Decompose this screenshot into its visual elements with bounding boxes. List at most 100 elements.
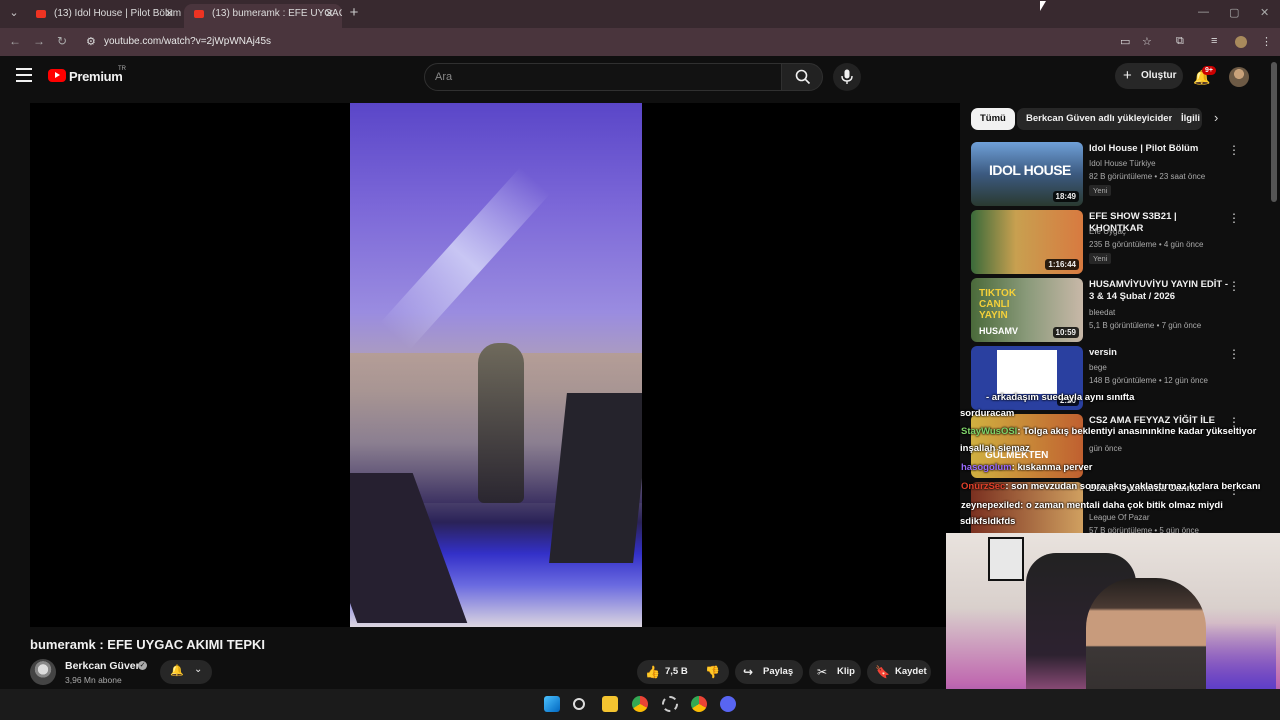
video-thumbnail[interactable]: IDOL HOUSE 18:49 [971,142,1083,206]
reload-icon[interactable]: ↻ [57,34,67,48]
chat-line: inşallah siemaz [960,443,1030,454]
video-duration: 10:59 [1052,327,1079,338]
video-frame[interactable] [350,103,642,627]
maximize-icon[interactable]: ▢ [1229,6,1239,19]
chevron-right-icon[interactable]: › [1214,110,1218,125]
plus-icon: + [1123,67,1132,84]
channel-name[interactable]: Berkcan Güven [65,660,142,672]
file-explorer-icon[interactable] [602,696,618,712]
recommendation-meta: 82 B görüntüleme • 23 saat önce [1089,172,1206,181]
more-options-icon[interactable]: ⋮ [1228,143,1240,157]
dislike-button[interactable]: 👎 [705,660,720,684]
notification-badge: 9+ [1202,66,1216,75]
chat-line: StayWusOSI: Tolga akış beklentiyi anasın… [961,426,1256,437]
bell-icon: 🔔 [170,665,184,677]
voice-search-button[interactable] [833,63,861,91]
more-options-icon[interactable]: ⋮ [1228,279,1240,293]
chevron-down-icon: ⌄ [194,664,203,675]
chat-text: sdikfsldkfds [960,516,1016,527]
sidebar-scrollbar[interactable] [1271,62,1277,202]
video-thumbnail[interactable]: TIKTOK CANLI YAYIN HUSAMV 10:59 [971,278,1083,342]
video-player[interactable] [30,103,960,627]
chip-related[interactable]: İlgili [1172,108,1202,130]
thumbnail-caption: TIKTOK CANLI YAYIN [979,288,1017,321]
discord-icon[interactable] [720,696,736,712]
cast-icon[interactable]: ▭ [1120,35,1130,48]
clip-button[interactable]: ✂ Klip [809,660,861,684]
like-dislike-group: 👍 7,5 B 👎 [637,660,729,684]
more-options-icon[interactable]: ⋮ [1228,211,1240,225]
tab-title: (13) Idol House | Pilot Bölüm - Y [54,8,182,19]
extensions-icon[interactable]: ⧉ [1176,35,1184,48]
browser-tab-active[interactable]: (13) bumeramk : EFE UYGAC AK ✕ [184,4,342,28]
close-tab-icon[interactable]: ✕ [325,4,334,24]
chat-line: sdikfsldkfds [960,516,1015,527]
close-tab-icon[interactable]: ✕ [165,4,174,24]
chat-text: inşallah siemaz [960,443,1030,454]
youtube-logo-icon[interactable] [48,69,66,82]
tab-search-chevron-icon[interactable]: ⌄ [6,5,22,21]
recommendation-channel[interactable]: Idol House Türkiye [1089,159,1156,168]
recommendation-item[interactable]: IDOL HOUSE 18:49 Idol House | Pilot Bölü… [970,142,1250,208]
site-info-icon[interactable]: ⚙ [86,35,96,48]
like-button[interactable]: 👍 [645,660,660,684]
media-control-icon[interactable]: ≡ [1211,35,1217,47]
like-count[interactable]: 7,5 B [665,660,688,684]
brand-label[interactable]: Premium [69,69,123,84]
recommendation-title[interactable]: HUSAMVİYUVİYU YAYIN EDİT - 3 & 14 Şubat … [1089,279,1229,303]
chip-from-uploader[interactable]: Berkcan Güven adlı yükleyiciden [1017,108,1184,130]
browser-menu-icon[interactable]: ⋮ [1261,35,1272,48]
hamburger-menu-icon[interactable] [16,68,32,82]
channel-avatar[interactable] [30,659,56,685]
share-arrow-icon: ↪ [743,665,754,679]
create-button[interactable]: + Oluştur [1115,63,1183,89]
url-text[interactable]: youtube.com/watch?v=2jWpWNAj45s [104,36,271,47]
search-input[interactable]: Ara [424,63,782,91]
recommendation-title[interactable]: Idol House | Pilot Bölüm [1089,143,1229,155]
recommendation-channel[interactable]: Efe Uygaç [1089,227,1126,236]
chat-text: : Tolga akış beklentiyi anasınınkine kad… [1017,426,1257,437]
search-button[interactable] [781,63,823,91]
tab-title: (13) bumeramk : EFE UYGAC AK [212,8,342,19]
chat-line: hasogolum: kıskanma perver [961,462,1092,473]
verified-check-icon: ✓ [138,661,147,670]
chat-username: OnurzSec [961,481,1006,492]
share-button[interactable]: ↪ Paylaş [735,660,803,684]
more-options-icon[interactable]: ⋮ [1228,347,1240,361]
account-avatar[interactable] [1229,67,1249,87]
browser-tab-idol-house[interactable]: (13) Idol House | Pilot Bölüm - Y ✕ [26,4,182,28]
minimize-icon[interactable]: — [1198,6,1209,18]
youtube-favicon-icon [194,10,204,18]
chrome-icon[interactable] [632,696,648,712]
chrome-icon[interactable] [691,696,707,712]
browser-toolbar: ← → ↻ ⚙ youtube.com/watch?v=2jWpWNAj45s … [0,28,1280,56]
profile-avatar-icon[interactable] [1235,36,1247,48]
os-taskbar [0,689,1280,720]
recommendation-item[interactable]: TIKTOK CANLI YAYIN HUSAMV 10:59 HUSAMVİY… [970,278,1250,344]
chat-line: sorduracam [960,408,1014,419]
start-windows-icon[interactable] [544,696,560,712]
chat-text: : kıskanma perver [1011,462,1093,473]
forward-icon[interactable]: → [33,34,45,48]
subscription-notifications-button[interactable]: 🔔 ⌄ [160,660,212,684]
chip-all[interactable]: Tümü [971,108,1015,130]
thumbnail-artwork [997,350,1057,394]
taskbar-search-icon[interactable] [573,698,585,710]
recommendation-channel[interactable]: bleedat [1089,308,1115,317]
back-icon[interactable]: ← [9,34,21,48]
chat-line: OnurzSec: son mevzudan sonra akış yaklaş… [961,481,1260,492]
video-duration: 18:49 [1052,191,1079,202]
recommendation-item[interactable]: 1:16:44 EFE SHOW S3B21 | KHONTKAR Efe Uy… [970,210,1250,276]
create-label: Oluştur [1141,70,1177,81]
recommendation-channel[interactable]: bege [1089,363,1107,372]
save-button[interactable]: 🔖 Kaydet [867,660,931,684]
microphone-icon [841,69,853,84]
video-title: bumeramk : EFE UYGAC AKIMI TEPKI [30,637,265,652]
region-code: TR [118,66,126,72]
new-tab-button[interactable]: + [346,5,362,21]
bookmark-star-icon[interactable]: ☆ [1142,35,1152,48]
close-window-icon[interactable]: ✕ [1260,6,1269,19]
app-icon[interactable] [662,696,678,712]
recommendation-title[interactable]: versin [1089,347,1229,359]
video-thumbnail[interactable]: 1:16:44 [971,210,1083,274]
